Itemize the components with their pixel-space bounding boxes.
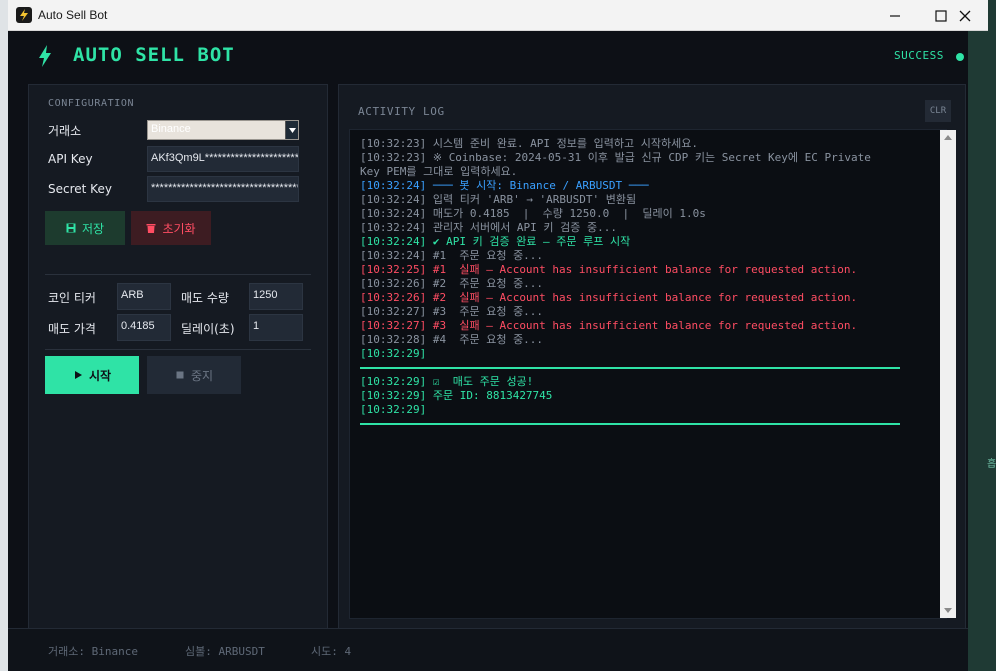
log-line: [10:32:24] 입력 티커 'ARB' → 'ARBUSDT' 변환됨: [360, 193, 637, 206]
price-label: 매도 가격: [48, 322, 96, 336]
app-bolt-icon: [16, 7, 32, 23]
title-bar: Auto Sell Bot: [8, 0, 988, 31]
bolt-icon: [39, 45, 51, 67]
log-line: [10:32:24] 매도가 0.4185 | 수량 1250.0 | 딜레이 …: [360, 207, 706, 220]
ticker-field[interactable]: ARB: [117, 283, 171, 310]
divider: [45, 349, 311, 350]
log-line: [10:32:26] #2 실패 — Account has insuffici…: [360, 291, 858, 304]
log-line: [10:32:29] 주문 ID: 8813427745: [360, 389, 553, 402]
config-panel: CONFIGURATION 거래소 Binance API Key AKf3Qm…: [28, 84, 328, 629]
log-separator: [360, 423, 900, 425]
chevron-down-icon[interactable]: [285, 121, 298, 139]
stop-button[interactable]: 중지: [147, 356, 241, 394]
activity-log: [10:32:23] 시스템 준비 완료. API 정보를 입력하고 시작하세요…: [349, 129, 956, 619]
footer-exchange: 거래소: Binance: [48, 645, 138, 658]
log-line: [10:32:27] #3 주문 요청 중...: [360, 305, 544, 318]
save-button[interactable]: 저장: [45, 211, 125, 245]
app-header: AUTO SELL BOT SUCCESS: [8, 31, 968, 79]
reset-button-label: 초기화: [162, 221, 196, 236]
desktop-edge-glyph: 흡: [987, 459, 996, 470]
minimize-button[interactable]: [872, 0, 918, 31]
ticker-label: 코인 티커: [48, 291, 96, 305]
log-scrollbar[interactable]: [940, 130, 956, 618]
minimize-icon: [890, 14, 900, 17]
log-separator: [360, 367, 900, 369]
log-line: [10:32:23] ※ Coinbase: 2024-05-31 이후 발급 …: [360, 151, 871, 164]
start-button[interactable]: 시작: [45, 356, 139, 394]
log-line: [10:32:27] #3 실패 — Account has insuffici…: [360, 319, 858, 332]
divider: [45, 274, 311, 275]
log-lines: [10:32:23] 시스템 준비 완료. API 정보를 입력하고 시작하세요…: [360, 137, 930, 431]
trash-icon: [146, 224, 156, 233]
play-icon: [74, 371, 82, 379]
secret-key-field[interactable]: **************************************: [147, 176, 299, 202]
save-icon: [66, 223, 76, 233]
reset-button[interactable]: 초기화: [131, 211, 211, 245]
log-line: [10:32:29]: [360, 347, 427, 360]
status-footer: 거래소: Binance 심볼: ARBUSDT 시도: 4: [8, 628, 968, 671]
log-line: Key PEM를 그대로 입력하세요.: [360, 165, 518, 178]
log-line: [10:32:24] ─── 봇 시작: Binance / ARBUSDT ─…: [360, 179, 649, 192]
log-line: [10:32:24] 관리자 서버에서 API 키 검증 중...: [360, 221, 618, 234]
window-title: Auto Sell Bot: [38, 8, 108, 22]
stop-button-label: 중지: [190, 368, 214, 383]
log-line: [10:32:25] #1 실패 — Account has insuffici…: [360, 263, 858, 276]
app-body: AUTO SELL BOT SUCCESS CONFIGURATION 거래소 …: [8, 31, 968, 671]
stop-icon: [176, 371, 184, 379]
log-line: [10:32:24] #1 주문 요청 중...: [360, 249, 544, 262]
log-line: [10:32:28] #4 주문 요청 중...: [360, 333, 544, 346]
price-field[interactable]: 0.4185: [117, 314, 171, 341]
start-button-label: 시작: [88, 368, 112, 383]
log-line: [10:32:23] 시스템 준비 완료. API 정보를 입력하고 시작하세요…: [360, 137, 698, 150]
exchange-select[interactable]: Binance: [147, 120, 299, 140]
close-button[interactable]: [942, 0, 988, 31]
exchange-select-value: Binance: [151, 123, 191, 135]
api-key-label: API Key: [48, 152, 93, 166]
log-line: [10:32:24] ✔ API 키 검증 완료 — 주문 루프 시작: [360, 235, 631, 248]
config-section-label: CONFIGURATION: [48, 98, 135, 109]
exchange-label: 거래소: [48, 124, 82, 138]
delay-field[interactable]: 1: [249, 314, 303, 341]
log-line: [10:32:29]: [360, 403, 427, 416]
footer-symbol: 심볼: ARBUSDT: [185, 645, 265, 658]
delay-label: 딜레이(초): [181, 322, 235, 336]
close-icon: [959, 10, 971, 21]
qty-field[interactable]: 1250: [249, 283, 303, 310]
log-line: [10:32:29] ☑ 매도 주문 성공!: [360, 375, 534, 388]
app-brand: AUTO SELL BOT: [73, 44, 235, 66]
app-window: Auto Sell Bot AUTO SELL BOT SUCCESS CONF…: [8, 0, 988, 671]
log-panel: ACTIVITY LOG CLR [10:32:23] 시스템 준비 완료. A…: [338, 84, 966, 629]
footer-attempts: 시도: 4: [311, 645, 352, 658]
qty-label: 매도 수량: [181, 291, 229, 305]
api-key-field[interactable]: AKf3Qm9L**************************: [147, 146, 299, 172]
secret-key-label: Secret Key: [48, 182, 112, 196]
status-indicator: [956, 53, 964, 61]
save-button-label: 저장: [81, 221, 105, 236]
scroll-down-icon[interactable]: [943, 605, 953, 615]
scroll-up-icon[interactable]: [943, 133, 953, 143]
log-title: ACTIVITY LOG: [358, 105, 445, 118]
clear-log-button[interactable]: CLR: [925, 100, 951, 122]
log-line: [10:32:26] #2 주문 요청 중...: [360, 277, 544, 290]
status-text: SUCCESS: [894, 49, 944, 62]
